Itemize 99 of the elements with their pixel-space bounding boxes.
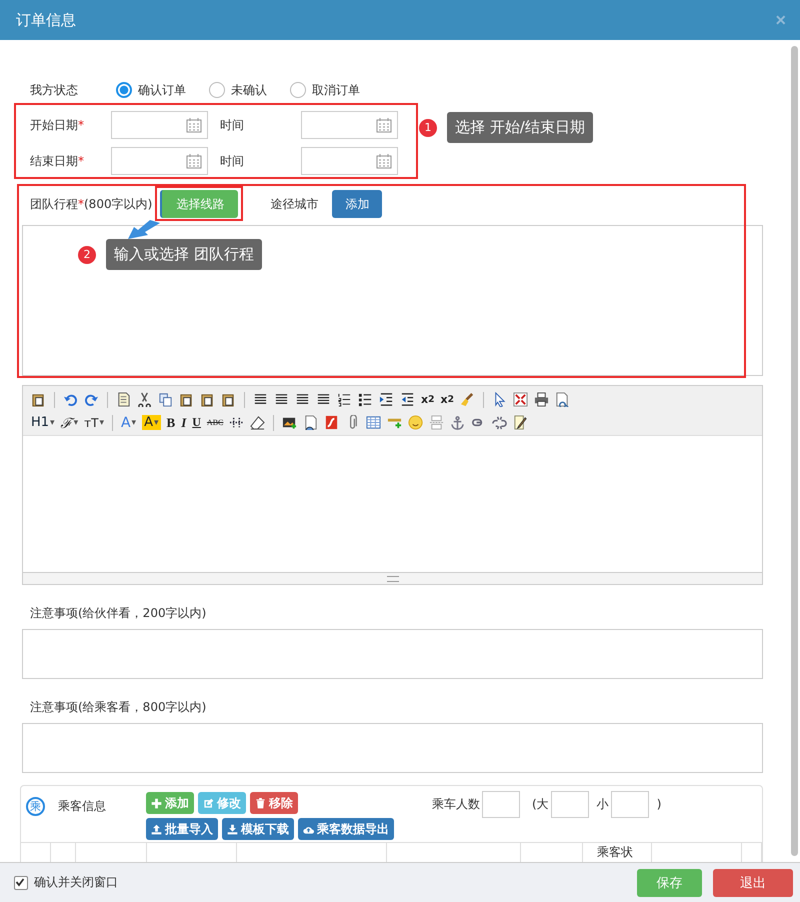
field-label: 时间 bbox=[220, 152, 245, 170]
exit-button[interactable]: 退出 bbox=[713, 868, 793, 896]
date-field[interactable] bbox=[111, 111, 208, 139]
child-count-field[interactable] bbox=[610, 790, 649, 818]
table-icon[interactable] bbox=[366, 415, 382, 430]
radio-icon[interactable] bbox=[116, 82, 132, 98]
step-number-badge: 2 bbox=[78, 246, 96, 264]
scrollbar[interactable] bbox=[791, 46, 798, 856]
eraser-icon[interactable] bbox=[250, 415, 266, 430]
paren-text: ) bbox=[656, 797, 662, 811]
step-number-badge: 1 bbox=[419, 118, 437, 136]
section-title: 乘客信息 bbox=[58, 798, 107, 815]
pointer-arrow bbox=[128, 220, 160, 239]
undo-icon[interactable] bbox=[63, 392, 78, 407]
clipboard-icon[interactable] bbox=[31, 392, 46, 407]
edit-icon[interactable] bbox=[513, 415, 528, 430]
preview-icon[interactable] bbox=[554, 392, 570, 407]
adult-count-field[interactable] bbox=[550, 790, 589, 818]
calendar-icon bbox=[376, 153, 392, 169]
passenger-badge-icon: 乘 bbox=[26, 797, 45, 816]
field-label: 途径城市 bbox=[270, 196, 318, 212]
font-color-button[interactable]: A▾ bbox=[120, 414, 136, 430]
align-icon[interactable] bbox=[274, 392, 289, 407]
align-icon[interactable] bbox=[253, 392, 268, 407]
strikethrough-button[interactable]: ABC bbox=[206, 418, 224, 427]
clipboard-icon[interactable] bbox=[179, 392, 194, 407]
date-field[interactable] bbox=[111, 147, 208, 175]
action-button[interactable]: 乘客数据导出 bbox=[298, 818, 394, 840]
field-label: 我方状态 bbox=[30, 82, 79, 98]
time-field[interactable] bbox=[301, 147, 398, 175]
font-button[interactable]: ℱ▾ bbox=[60, 413, 78, 432]
trash-icon bbox=[255, 798, 266, 808]
itinerary-textarea[interactable] bbox=[22, 225, 763, 376]
field-label: 时间 bbox=[220, 116, 245, 134]
radio-option[interactable]: 未确认 bbox=[209, 82, 267, 98]
redo-icon[interactable] bbox=[84, 392, 99, 407]
field-label: 开始日期* bbox=[30, 116, 85, 134]
image-icon[interactable] bbox=[282, 415, 298, 430]
field-label: 小 bbox=[596, 796, 609, 812]
field-label: 结束日期* bbox=[30, 152, 85, 170]
bullet-list-icon[interactable] bbox=[358, 392, 373, 407]
indent-icon[interactable] bbox=[379, 392, 394, 407]
unlink-icon[interactable] bbox=[492, 415, 508, 430]
dotted-grid-icon[interactable] bbox=[229, 415, 244, 430]
heading-button[interactable]: H1▾ bbox=[31, 415, 55, 430]
window-title: 订单信息 bbox=[16, 10, 76, 30]
resize-grip-icon[interactable] bbox=[386, 576, 398, 582]
action-button[interactable]: 批量导入 bbox=[146, 818, 218, 840]
checkbox[interactable] bbox=[14, 876, 28, 890]
align-icon[interactable] bbox=[316, 392, 331, 407]
field-label: 团队行程*(800字以内) bbox=[30, 196, 152, 212]
clipboard-icon[interactable] bbox=[200, 392, 215, 407]
smiley-icon[interactable] bbox=[408, 415, 424, 430]
field-label: 注意事项(给伙伴看，200字以内) bbox=[30, 605, 208, 621]
time-field[interactable] bbox=[301, 111, 398, 139]
align-icon[interactable] bbox=[295, 392, 310, 407]
bold-button[interactable]: B bbox=[166, 414, 176, 430]
plus-icon bbox=[151, 798, 162, 808]
field-label: 乘车人数 bbox=[432, 796, 480, 812]
count-field[interactable] bbox=[482, 790, 520, 818]
edit-icon bbox=[203, 798, 214, 808]
font-size-button[interactable]: тT▾ bbox=[84, 416, 104, 430]
field-label: 注意事项(给乘客看，800字以内) bbox=[30, 699, 208, 715]
upload-icon bbox=[151, 824, 162, 834]
radio-label: 未确认 bbox=[231, 82, 267, 98]
radio-label: 取消订单 bbox=[312, 82, 360, 98]
clipboard-icon[interactable] bbox=[221, 392, 236, 407]
italic-button[interactable]: I bbox=[181, 414, 186, 430]
callout-tooltip: 输入或选择 团队行程 bbox=[106, 239, 262, 270]
brush-icon[interactable] bbox=[460, 392, 475, 407]
action-button[interactable]: 模板下载 bbox=[222, 818, 294, 840]
numbered-list-icon[interactable] bbox=[337, 392, 352, 407]
highlight-button[interactable]: A▾ bbox=[142, 415, 161, 430]
copy-icon[interactable] bbox=[158, 392, 173, 407]
calendar-icon bbox=[186, 117, 202, 133]
radio-icon[interactable] bbox=[290, 82, 306, 98]
add-button[interactable]: 添加 bbox=[332, 190, 382, 218]
field-label: (大 bbox=[532, 796, 549, 812]
outdent-icon[interactable] bbox=[400, 392, 415, 407]
download-icon bbox=[227, 824, 238, 834]
radio-icon[interactable] bbox=[209, 82, 225, 98]
checkbox-label: 确认并关闭窗口 bbox=[34, 874, 118, 891]
document-icon[interactable] bbox=[116, 392, 131, 407]
flash-icon[interactable] bbox=[324, 415, 340, 430]
scissors-icon[interactable] bbox=[137, 392, 152, 407]
expand-icon[interactable] bbox=[512, 392, 528, 407]
radio-option[interactable]: 取消订单 bbox=[290, 82, 360, 98]
action-button[interactable]: 移除 bbox=[250, 792, 298, 814]
calendar-icon bbox=[376, 117, 392, 133]
media-icon[interactable] bbox=[303, 415, 318, 430]
printer-icon[interactable] bbox=[534, 392, 549, 407]
underline-button[interactable]: U bbox=[192, 415, 201, 430]
confirm-checkbox-option[interactable]: 确认并关闭窗口 bbox=[14, 874, 637, 891]
callout-tooltip: 选择 开始/结束日期 bbox=[447, 112, 593, 143]
radio-label: 确认订单 bbox=[138, 82, 186, 98]
check-icon bbox=[15, 876, 25, 886]
anchor-icon[interactable] bbox=[450, 415, 466, 430]
calendar-icon bbox=[186, 153, 202, 169]
radio-option[interactable]: 确认订单 bbox=[116, 82, 186, 98]
